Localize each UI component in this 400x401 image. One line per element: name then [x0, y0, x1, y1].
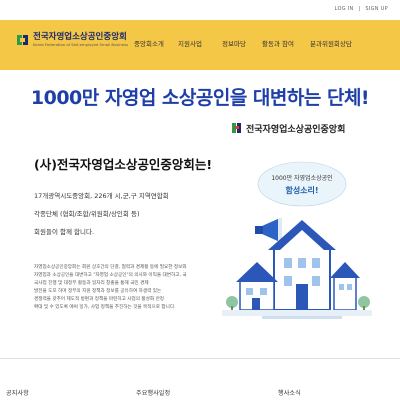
megaphone-icon [255, 218, 282, 242]
signup-link[interactable]: SIGN UP [365, 6, 388, 12]
intro-line-1: 17개광역시도중앙회, 226개 시,군,구 지역연합회 [34, 192, 169, 200]
house-icon [236, 262, 278, 311]
description-line-6: 확대 및 수 있도록 애써 일가, 사업 정책을 추진하는 것을 목적으로 합니… [34, 305, 176, 310]
login-link[interactable]: LOG IN [335, 6, 354, 12]
speech-bubble: 1000만 자영업소상공인 함성소리! [257, 161, 347, 207]
intro-line-3: 회원들이 함께 합니다. [34, 228, 95, 236]
tower-icon [330, 262, 360, 311]
separator: | [358, 6, 361, 12]
nav-item-committee[interactable]: 분과위원회상담 [310, 38, 352, 48]
intro-headline: (사)전국자영업소상공인중앙회는! [34, 157, 213, 172]
top-bar: LOG IN | SIGN UP [0, 0, 400, 20]
ground [222, 310, 372, 316]
nav-item-info[interactable]: 정보마당 [222, 38, 246, 48]
main-nav: 중앙회소개 지원사업 정보마당 활동과 참여 분과위원회상담 [0, 38, 400, 50]
org-name: 전국자영업소상공인중앙회 [246, 125, 346, 135]
tab-notices[interactable]: 공지사항 [6, 388, 29, 397]
nav-item-activity[interactable]: 활동과 참여 [262, 38, 294, 48]
hero-title: 1000만 자영업 소상공인을 대변하는 단체! [30, 87, 370, 109]
intro-line-2: 각종단체 (협회/조합/위원회/상인회 등) [34, 210, 140, 218]
nav-item-support[interactable]: 지원사업 [178, 38, 202, 48]
bubble-line-2: 함성소리! [285, 185, 318, 195]
description-line-1: 자영업소상공인중앙회는 회원 상호간의 단결, 협력과 경제활 동에 필요한 정… [34, 265, 187, 270]
account-links: LOG IN | SIGN UP [332, 6, 388, 12]
hero-illustration: 1000만 자영업소상공인 함성소리! [222, 161, 372, 319]
nav-item-about[interactable]: 중앙회소개 [134, 38, 164, 48]
path [262, 316, 342, 319]
org-emblem-icon [232, 123, 241, 133]
description-line-2: 자영업과 소상공인들 대변하고 "자영업 소상공인"의 의사와 이익을 대변하고… [34, 273, 187, 278]
tab-events-schedule[interactable]: 주요행사일정 [136, 388, 170, 397]
org-signature: 전국자영업소상공인중앙회 [232, 122, 372, 136]
bubble-line-1: 1000만 자영업소상공인 [271, 174, 332, 182]
tab-event-news[interactable]: 행사소식 [278, 388, 301, 397]
description-line-3: 국사업 진행 및 대정부 활동과 일자리 창출을 통해 국민 경제 [34, 281, 149, 286]
description-line-4: 발전을 도모 하며 정부의 지원 정책과 정보를 공유하여 자생력 있는 [34, 289, 162, 294]
description-line-5: 경쟁력을 갖추어 제도적 방편과 정책을 마련하고 사업의 활성화 안정 [34, 297, 165, 302]
bottom-section [0, 358, 400, 401]
